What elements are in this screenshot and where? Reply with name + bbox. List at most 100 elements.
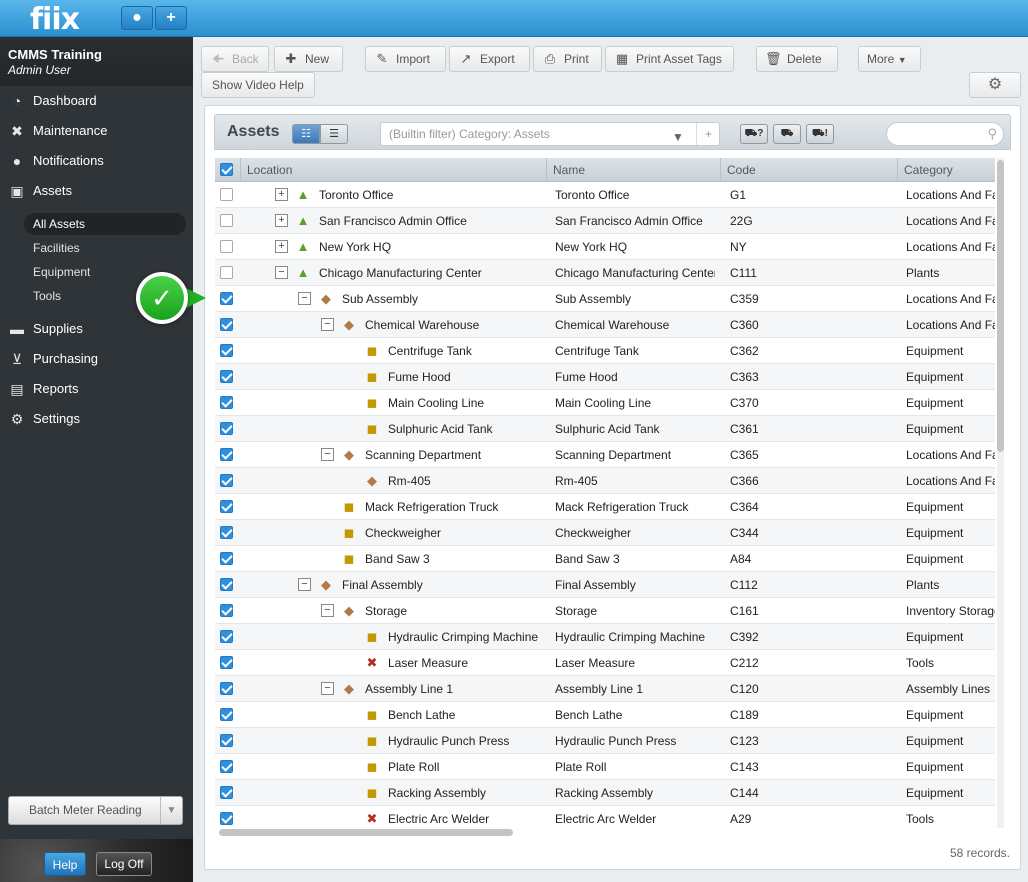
location-cell[interactable]: Toronto Office <box>319 182 393 208</box>
batch-meter-reading-button[interactable]: Batch Meter Reading ▼ <box>8 796 183 825</box>
location-cell[interactable]: Centrifuge Tank <box>388 338 472 364</box>
add-filter-button[interactable]: + <box>696 123 720 145</box>
location-cell[interactable]: Storage <box>365 598 407 624</box>
row-checkbox[interactable] <box>220 396 233 409</box>
table-row[interactable]: − ▲ Chicago Manufacturing Center Chicago Ma… <box>215 260 995 286</box>
table-row[interactable]: ◼ Centrifuge Tank Centrifuge Tank C362 Equip… <box>215 338 995 364</box>
table-row[interactable]: − ◆ Sub Assembly Sub Assembly C359 Locations … <box>215 286 995 312</box>
table-row[interactable]: ◼ Hydraulic Crimping Machine Hydraulic Cri… <box>215 624 995 650</box>
row-checkbox[interactable] <box>220 214 233 227</box>
column-header-code[interactable]: Code <box>720 158 897 182</box>
truck-question-button[interactable]: ⛟? <box>740 124 768 144</box>
row-checkbox[interactable] <box>220 474 233 487</box>
table-row[interactable]: ◼ Main Cooling Line Main Cooling Line C370 E… <box>215 390 995 416</box>
nav-item-settings[interactable]: ⚙ Settings <box>8 408 188 430</box>
table-row[interactable]: − ◆ Final Assembly Final Assembly C112 Plants <box>215 572 995 598</box>
quick-add-button[interactable]: + <box>155 6 187 30</box>
truck-alert-button[interactable]: ⛟! <box>806 124 834 144</box>
select-all-checkbox[interactable] <box>220 163 233 176</box>
nav-item-dashboard[interactable]: ◔ Dashboard <box>8 90 188 112</box>
nav-item-maintenance[interactable]: ✖ Maintenance <box>8 120 188 142</box>
more-button[interactable]: More ▼ <box>858 46 921 72</box>
row-checkbox[interactable] <box>220 682 233 695</box>
location-cell[interactable]: Bench Lathe <box>388 702 455 728</box>
row-checkbox[interactable] <box>220 370 233 383</box>
horizontal-scrollbar[interactable] <box>215 828 995 836</box>
row-checkbox[interactable] <box>220 708 233 721</box>
horizontal-scroll-thumb[interactable] <box>219 829 513 836</box>
collapse-toggle[interactable]: − <box>321 682 334 695</box>
list-view-button[interactable]: ☰ <box>320 124 348 144</box>
vertical-scroll-thumb[interactable] <box>997 160 1004 452</box>
search-input[interactable]: ⚲ <box>886 122 1004 146</box>
nav-item-assets[interactable]: ▣ Assets <box>8 180 188 202</box>
table-row[interactable]: + ▲ Toronto Office Toronto Office G1 Location… <box>215 182 995 208</box>
location-cell[interactable]: Sulphuric Acid Tank <box>388 416 493 442</box>
table-row[interactable]: ◼ Racking Assembly Racking Assembly C144 Equ… <box>215 780 995 806</box>
location-cell[interactable]: Hydraulic Punch Press <box>388 728 509 754</box>
row-checkbox[interactable] <box>220 344 233 357</box>
row-checkbox[interactable] <box>220 578 233 591</box>
location-cell[interactable]: Plate Roll <box>388 754 439 780</box>
row-checkbox[interactable] <box>220 760 233 773</box>
chevron-down-icon[interactable]: ▼ <box>672 126 684 148</box>
row-checkbox[interactable] <box>220 656 233 669</box>
location-cell[interactable]: Scanning Department <box>365 442 481 468</box>
new-button[interactable]: ✚ New <box>274 46 343 72</box>
sidebar-item-facilities[interactable]: Facilities <box>24 237 186 259</box>
table-row[interactable]: ◼ Mack Refrigeration Truck Mack Refrigerat… <box>215 494 995 520</box>
nav-item-reports[interactable]: ▤ Reports <box>8 378 188 400</box>
show-video-help-button[interactable]: Show Video Help <box>201 72 315 98</box>
row-checkbox[interactable] <box>220 240 233 253</box>
location-cell[interactable]: Checkweigher <box>365 520 441 546</box>
collapse-toggle[interactable]: − <box>298 578 311 591</box>
table-row[interactable]: − ◆ Assembly Line 1 Assembly Line 1 C120 Asse… <box>215 676 995 702</box>
location-cell[interactable]: Sub Assembly <box>342 286 418 312</box>
back-button[interactable]: 🠈 Back <box>201 46 269 72</box>
row-checkbox[interactable] <box>220 526 233 539</box>
row-checkbox[interactable] <box>220 500 233 513</box>
import-button[interactable]: ✎ Import <box>365 46 446 72</box>
location-cell[interactable]: New York HQ <box>319 234 391 260</box>
vertical-scrollbar[interactable] <box>997 158 1004 828</box>
settings-gear-button[interactable]: ⚙ <box>969 72 1021 98</box>
location-cell[interactable]: Chicago Manufacturing Center <box>319 260 482 286</box>
table-row[interactable]: ✖ Laser Measure Laser Measure C212 Tools <box>215 650 995 676</box>
location-cell[interactable]: Final Assembly <box>342 572 423 598</box>
nav-item-purchasing[interactable]: ⊻ Purchasing <box>8 348 188 370</box>
expand-toggle[interactable]: + <box>275 188 288 201</box>
table-row[interactable]: ◼ Fume Hood Fume Hood C363 Equipment <box>215 364 995 390</box>
location-cell[interactable]: Band Saw 3 <box>365 546 430 572</box>
row-checkbox[interactable] <box>220 812 233 825</box>
print-button[interactable]: ⎙ Print <box>533 46 602 72</box>
table-row[interactable]: ◆ Rm-405 Rm-405 C366 Locations And Facilitie… <box>215 468 995 494</box>
location-cell[interactable]: Mack Refrigeration Truck <box>365 494 498 520</box>
row-checkbox[interactable] <box>220 604 233 617</box>
collapse-toggle[interactable]: − <box>321 448 334 461</box>
expand-toggle[interactable]: + <box>275 240 288 253</box>
table-row[interactable]: − ◆ Chemical Warehouse Chemical Warehouse C3… <box>215 312 995 338</box>
row-checkbox[interactable] <box>220 734 233 747</box>
collapse-toggle[interactable]: − <box>275 266 288 279</box>
row-checkbox[interactable] <box>220 422 233 435</box>
location-cell[interactable]: Fume Hood <box>388 364 451 390</box>
table-row[interactable]: ◼ Band Saw 3 Band Saw 3 A84 Equipment <box>215 546 995 572</box>
table-row[interactable]: − ◆ Storage Storage C161 Inventory Storage <box>215 598 995 624</box>
table-row[interactable]: − ◆ Scanning Department Scanning Department… <box>215 442 995 468</box>
table-row[interactable]: + ▲ San Francisco Admin Office San Francisc… <box>215 208 995 234</box>
row-checkbox[interactable] <box>220 188 233 201</box>
delete-button[interactable]: 🗑 Delete <box>756 46 838 72</box>
table-row[interactable]: ◼ Plate Roll Plate Roll C143 Equipment <box>215 754 995 780</box>
row-checkbox[interactable] <box>220 266 233 279</box>
table-row[interactable]: ✖ Electric Arc Welder Electric Arc Welder A… <box>215 806 995 828</box>
column-header-name[interactable]: Name <box>546 158 720 182</box>
column-header-category[interactable]: Category <box>897 158 995 182</box>
location-cell[interactable]: Chemical Warehouse <box>365 312 479 338</box>
expand-toggle[interactable]: + <box>275 214 288 227</box>
location-cell[interactable]: Main Cooling Line <box>388 390 484 416</box>
table-row[interactable]: ◼ Bench Lathe Bench Lathe C189 Equipment <box>215 702 995 728</box>
sidebar-item-all-assets[interactable]: All Assets <box>24 213 186 235</box>
row-checkbox[interactable] <box>220 786 233 799</box>
export-button[interactable]: ↗ Export <box>449 46 530 72</box>
row-checkbox[interactable] <box>220 318 233 331</box>
